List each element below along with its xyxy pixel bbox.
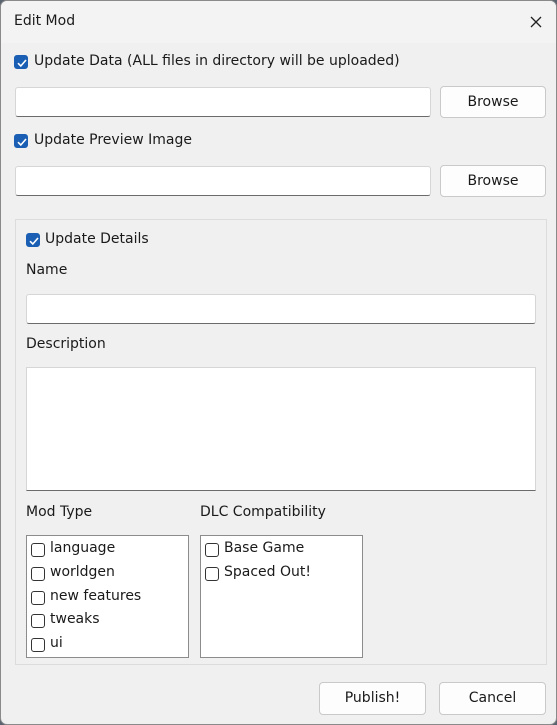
checkbox-checked-icon [26,233,40,247]
mod-type-label: Mod Type [26,504,93,520]
checkbox-unchecked-icon [205,543,219,557]
checkbox-checked-icon [14,134,28,148]
edit-mod-dialog: Edit Mod Update Data (ALL files in direc… [0,0,557,725]
checkbox-unchecked-icon [31,567,45,581]
title-bar: Edit Mod [1,1,556,43]
name-label: Name [26,262,68,278]
checkbox-unchecked-icon [31,543,45,557]
dlc-compatibility-label: DLC Compatibility [200,504,326,520]
name-input[interactable] [26,294,536,324]
checkbox-unchecked-icon [205,567,219,581]
update-details-label: Update Details [45,231,149,247]
dlc-compatibility-list: Base Game Spaced Out! [200,535,363,658]
cancel-button[interactable]: Cancel [439,682,546,715]
update-preview-label: Update Preview Image [34,132,192,148]
description-label: Description [26,336,106,352]
mod-type-list: language worldgen new features tweaks ui [26,535,189,658]
publish-button[interactable]: Publish! [319,682,426,715]
update-data-label: Update Data (ALL files in directory will… [34,53,400,69]
preview-browse-button[interactable]: Browse [440,165,546,197]
mod-type-item-tweaks[interactable]: tweaks [29,609,179,631]
data-path-input[interactable] [15,87,431,117]
checkbox-unchecked-icon [31,638,45,652]
dlc-item-base-game[interactable]: Base Game [203,538,353,560]
checkbox-unchecked-icon [31,614,45,628]
checkbox-unchecked-icon [31,591,45,605]
close-icon [530,16,542,28]
preview-path-input[interactable] [15,166,431,196]
mod-type-item-ui[interactable]: ui [29,633,179,655]
mod-type-item-language[interactable]: language [29,538,179,560]
data-browse-button[interactable]: Browse [440,86,546,118]
close-button[interactable] [523,11,549,33]
dialog-title: Edit Mod [14,13,76,29]
description-textarea[interactable] [26,367,536,491]
mod-type-item-new-features[interactable]: new features [29,586,179,608]
mod-type-item-worldgen[interactable]: worldgen [29,562,179,584]
checkbox-checked-icon [14,55,28,69]
dlc-item-spaced-out[interactable]: Spaced Out! [203,562,353,584]
